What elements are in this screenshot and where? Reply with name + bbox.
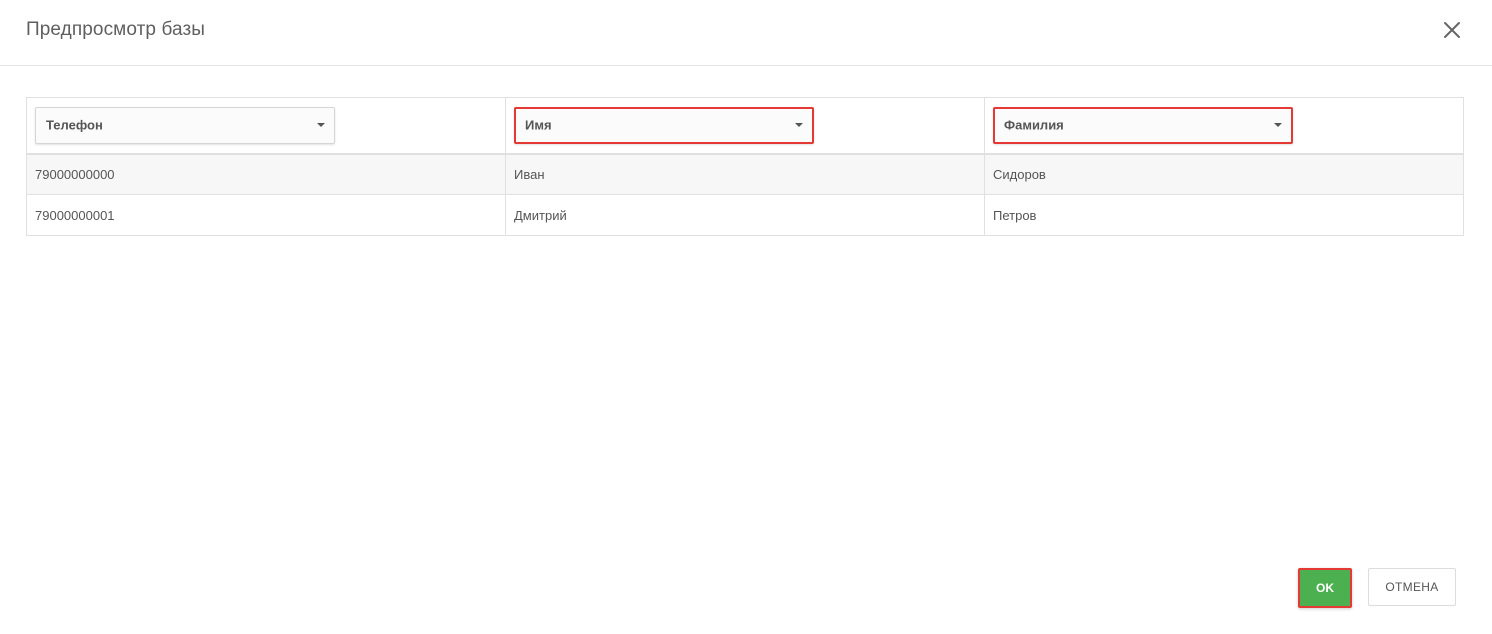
table-cell: 79000000001 (26, 194, 506, 236)
header-cell-first-name: Имя (505, 97, 985, 155)
cancel-button[interactable]: ОТМЕНА (1368, 568, 1456, 606)
table-cell: Петров (984, 194, 1464, 236)
column-select-phone[interactable]: Телефон (35, 106, 335, 144)
preview-table: Телефон Имя Фамилия 79000000000 Иван Сид… (26, 97, 1464, 236)
header-cell-last-name: Фамилия (984, 97, 1464, 155)
caret-down-icon (1274, 123, 1282, 128)
table-row: 79000000001 Дмитрий Петров (26, 194, 1464, 236)
header-cell-phone: Телефон (26, 97, 506, 155)
column-select-label: Телефон (46, 117, 103, 133)
caret-down-icon (317, 123, 325, 128)
close-button[interactable] (1440, 18, 1464, 42)
column-select-label: Фамилия (1004, 117, 1064, 133)
table-cell: Сидоров (984, 153, 1464, 195)
close-icon (1444, 22, 1460, 38)
dialog-title: Предпросмотр базы (26, 19, 206, 40)
table-row: 79000000000 Иван Сидоров (26, 153, 1464, 195)
table-cell: Иван (505, 153, 985, 195)
caret-down-icon (795, 123, 803, 128)
header-row: Телефон Имя Фамилия (26, 97, 1464, 155)
column-select-label: Имя (525, 117, 552, 133)
ok-button[interactable]: OK (1298, 568, 1352, 608)
table-cell: 79000000000 (26, 153, 506, 195)
column-select-last-name[interactable]: Фамилия (993, 106, 1293, 144)
dialog-header: Предпросмотр базы (0, 0, 1492, 66)
table-cell: Дмитрий (505, 194, 985, 236)
column-select-first-name[interactable]: Имя (514, 106, 814, 144)
